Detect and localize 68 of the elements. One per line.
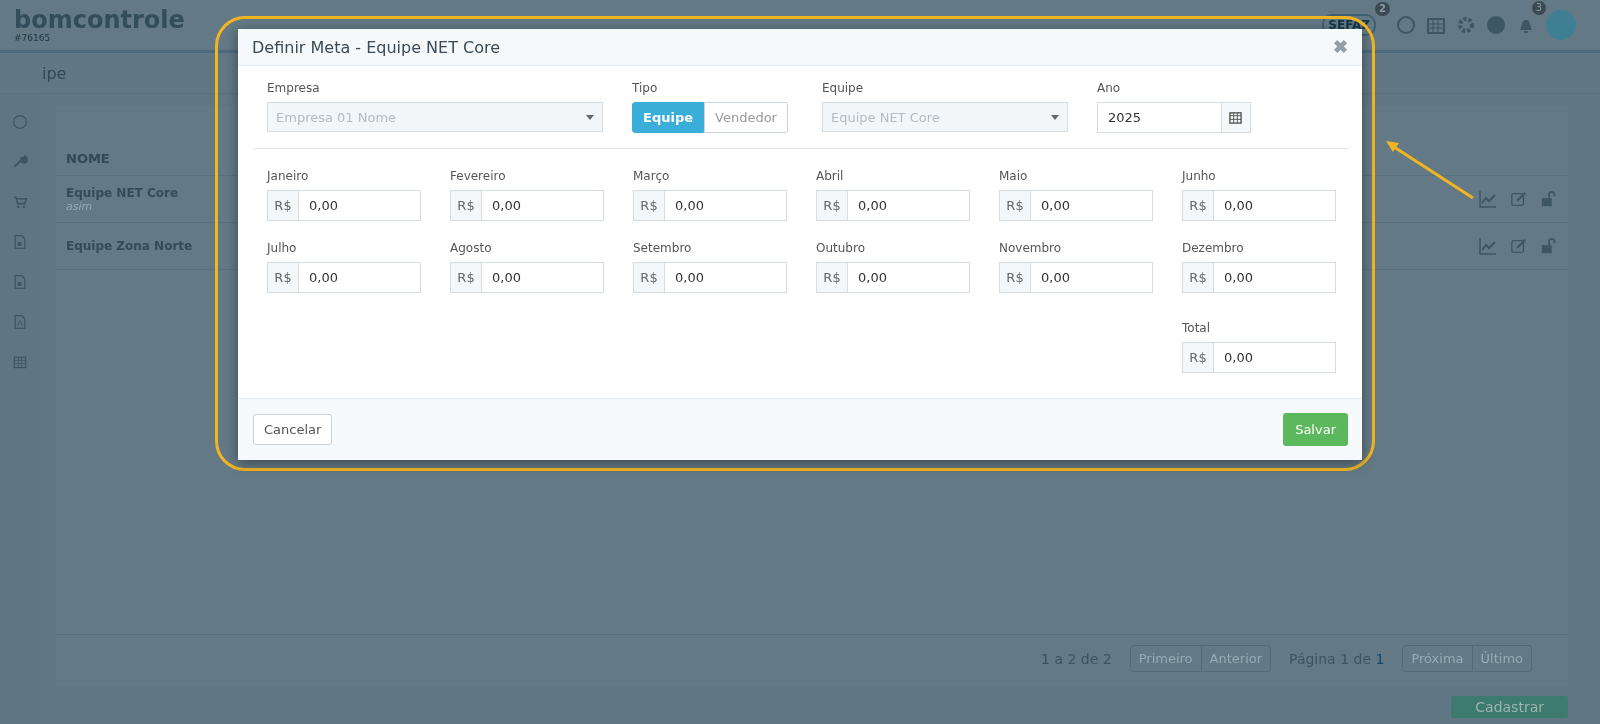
field-label: Total xyxy=(1182,321,1212,335)
field-label: Junho xyxy=(1182,169,1217,183)
currency-input[interactable]: R$ 0,00 xyxy=(267,190,421,221)
calendar-icon xyxy=(1229,111,1243,124)
currency-prefix: R$ xyxy=(1000,263,1031,292)
currency-input[interactable]: R$ 0,00 xyxy=(450,262,604,293)
notification-badge: 2 xyxy=(1375,2,1390,16)
currency-input[interactable]: R$ 0,00 xyxy=(1182,342,1336,373)
field-label: Empresa xyxy=(267,81,321,95)
currency-prefix: R$ xyxy=(268,263,299,292)
cart-icon[interactable] xyxy=(12,194,28,210)
cancel-button[interactable]: Cancelar xyxy=(253,414,333,445)
currency-input[interactable]: R$ 0,00 xyxy=(1182,262,1336,293)
field-label: Janeiro xyxy=(267,169,310,183)
currency-prefix: R$ xyxy=(634,191,665,220)
unlock-icon[interactable] xyxy=(1540,237,1558,255)
field-label: Julho xyxy=(267,241,298,255)
currency-prefix: R$ xyxy=(268,191,299,220)
currency-prefix: R$ xyxy=(451,263,482,292)
currency-input[interactable]: R$ 0,00 xyxy=(1182,190,1336,221)
settings-icon[interactable] xyxy=(1456,15,1476,35)
dialog-title: Definir Meta - Equipe NET Core xyxy=(252,37,501,57)
currency-prefix: R$ xyxy=(1183,343,1214,372)
calendar-icon[interactable] xyxy=(12,354,28,370)
chart-icon[interactable] xyxy=(1478,236,1498,256)
field-label: Março xyxy=(633,169,671,183)
currency-input[interactable]: R$ 0,00 xyxy=(450,190,604,221)
field-label: Novembro xyxy=(999,241,1063,255)
account-number: #76165 xyxy=(14,33,52,43)
field-label: Tipo xyxy=(632,81,659,95)
currency-prefix: R$ xyxy=(1000,191,1031,220)
field-label: Fevereiro xyxy=(450,169,507,183)
chart-icon[interactable] xyxy=(1478,189,1498,209)
currency-input[interactable]: R$ 0,00 xyxy=(633,190,787,221)
currency-input[interactable]: R$ 0,00 xyxy=(816,190,970,221)
notification-badge: 3 xyxy=(1531,1,1546,15)
currency-input[interactable]: R$ 0,00 xyxy=(999,190,1153,221)
document-icon[interactable] xyxy=(12,274,28,290)
field-label: Maio xyxy=(999,169,1029,183)
currency-prefix: R$ xyxy=(1183,191,1214,220)
currency-input[interactable]: R$ 0,00 xyxy=(267,262,421,293)
field-label: Outubro xyxy=(816,241,866,255)
calendar-icon[interactable] xyxy=(1426,15,1446,35)
currency-prefix: R$ xyxy=(451,191,482,220)
document-icon[interactable] xyxy=(12,234,28,250)
currency-input[interactable]: R$ 0,00 xyxy=(999,262,1153,293)
unlock-icon[interactable] xyxy=(1540,190,1558,208)
currency-input[interactable]: R$ 0,00 xyxy=(633,262,787,293)
caret-icon xyxy=(586,114,594,120)
field-label: Dezembro xyxy=(1182,241,1245,255)
avatar[interactable] xyxy=(1546,10,1576,40)
field-label: Agosto xyxy=(450,241,493,255)
currency-prefix: R$ xyxy=(1183,263,1214,292)
pdf-icon[interactable] xyxy=(12,314,28,330)
edit-icon[interactable] xyxy=(1510,237,1528,255)
caret-icon xyxy=(1050,114,1059,120)
field-label: Equipe xyxy=(821,81,865,95)
field-label: Ano xyxy=(1096,81,1122,95)
edit-icon[interactable] xyxy=(1510,190,1528,208)
currency-prefix: R$ xyxy=(817,191,848,220)
currency-prefix: R$ xyxy=(817,263,848,292)
currency-prefix: R$ xyxy=(634,263,665,292)
field-label: Abril xyxy=(816,169,845,183)
field-label: Setembro xyxy=(633,241,693,255)
wrench-icon[interactable] xyxy=(12,154,28,170)
currency-input[interactable]: R$ 0,00 xyxy=(816,262,970,293)
year-input[interactable]: 2025 xyxy=(1096,102,1222,133)
calendar-button[interactable] xyxy=(1221,102,1251,133)
